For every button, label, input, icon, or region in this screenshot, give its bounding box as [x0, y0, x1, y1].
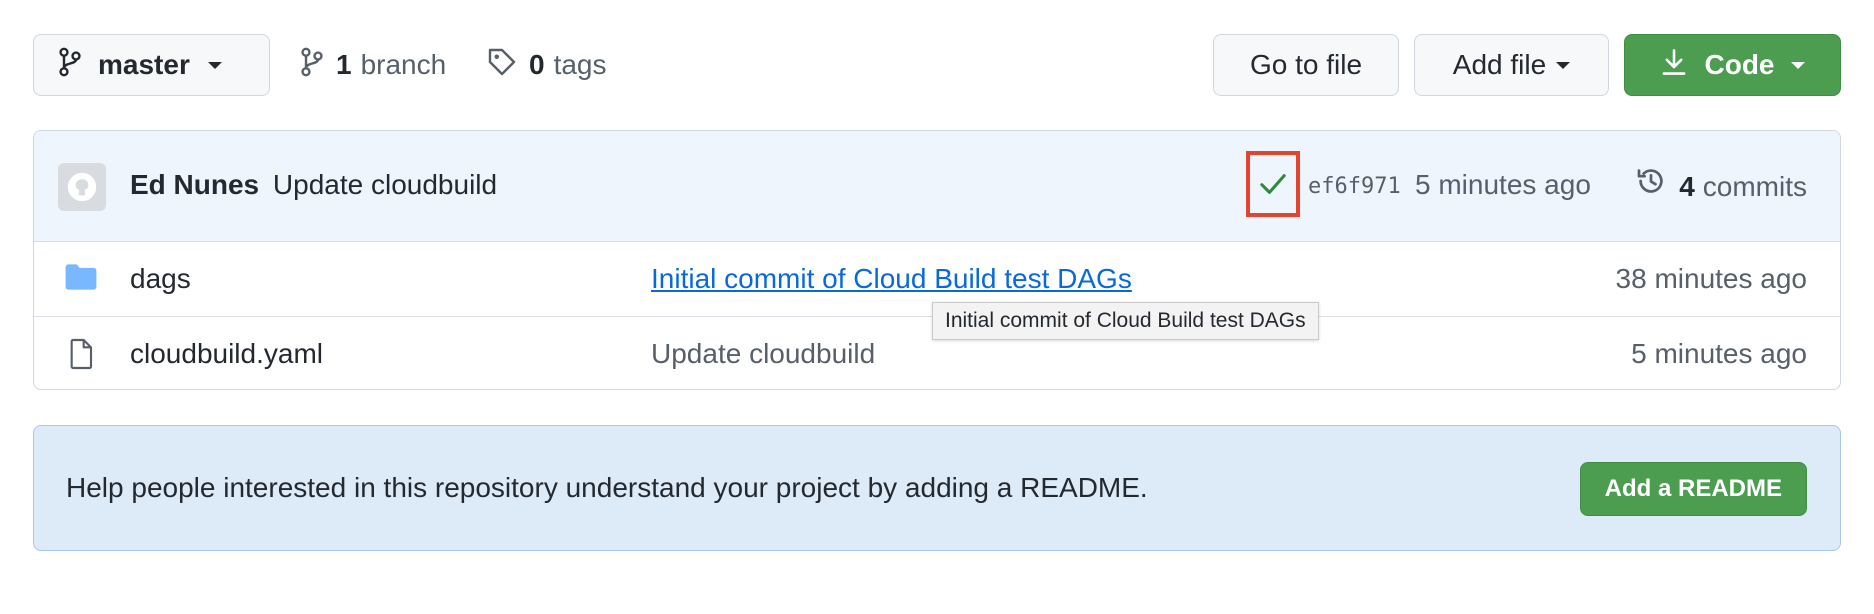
download-icon: [1661, 47, 1687, 84]
file-icon: [64, 338, 98, 370]
repo-toolbar: master 1 branch 0 tags Go to file Add fi…: [33, 34, 1841, 98]
branch-select-button[interactable]: master: [33, 34, 270, 96]
file-browser: Ed Nunes Update cloudbuild ef6f971 5 min…: [33, 130, 1841, 390]
avatar[interactable]: [58, 163, 106, 211]
branches-link[interactable]: 1 branch: [300, 34, 446, 96]
tag-icon: [487, 47, 517, 84]
tooltip: Initial commit of Cloud Build test DAGs: [932, 302, 1319, 340]
go-to-file-button[interactable]: Go to file: [1213, 34, 1399, 96]
file-commit-time: 38 minutes ago: [1615, 263, 1807, 294]
commits-count: 4: [1679, 170, 1695, 202]
chevron-down-icon: [1556, 61, 1571, 69]
branches-text: branch: [360, 49, 447, 80]
commits-history-link[interactable]: 4 commits: [1635, 165, 1807, 208]
add-file-label: Add file: [1452, 49, 1547, 80]
latest-commit-bar: Ed Nunes Update cloudbuild ef6f971 5 min…: [34, 131, 1840, 242]
code-label: Code: [1704, 49, 1775, 80]
file-commit-message-link[interactable]: Update cloudbuild: [651, 334, 875, 374]
file-commit-time: 5 minutes ago: [1631, 338, 1807, 369]
readme-banner: Help people interested in this repositor…: [33, 425, 1841, 551]
add-readme-button[interactable]: Add a README: [1579, 462, 1807, 516]
folder-icon: [64, 263, 98, 295]
chevron-down-icon: [1790, 61, 1805, 69]
commit-time: 5 minutes ago: [1415, 169, 1591, 200]
commit-sha-link[interactable]: ef6f971: [1308, 167, 1401, 207]
branch-icon: [300, 47, 324, 84]
build-status-check[interactable]: [1246, 151, 1300, 217]
tags-text: tags: [553, 49, 607, 80]
code-button[interactable]: Code: [1624, 34, 1841, 96]
chevron-down-icon: [207, 61, 222, 69]
check-icon: [1260, 174, 1286, 194]
history-icon: [1635, 165, 1667, 208]
file-commit-message-link[interactable]: Initial commit of Cloud Build test DAGs: [651, 259, 1132, 299]
file-name-link[interactable]: dags: [130, 259, 191, 299]
branch-icon: [58, 47, 82, 84]
add-file-button[interactable]: Add file: [1414, 34, 1609, 96]
tags-link[interactable]: 0 tags: [487, 34, 607, 96]
commits-text: commits: [1702, 170, 1807, 202]
readme-prompt-text: Help people interested in this repositor…: [66, 472, 1148, 503]
file-name-link[interactable]: cloudbuild.yaml: [130, 334, 323, 374]
commit-summary: Ed Nunes Update cloudbuild: [130, 165, 497, 205]
commit-author-link[interactable]: Ed Nunes: [130, 169, 259, 200]
github-logo-icon: [67, 172, 97, 202]
branch-name: master: [98, 49, 190, 80]
branches-count: 1: [336, 49, 352, 80]
tags-count: 0: [529, 49, 545, 80]
commit-message-link[interactable]: Update cloudbuild: [273, 169, 497, 200]
